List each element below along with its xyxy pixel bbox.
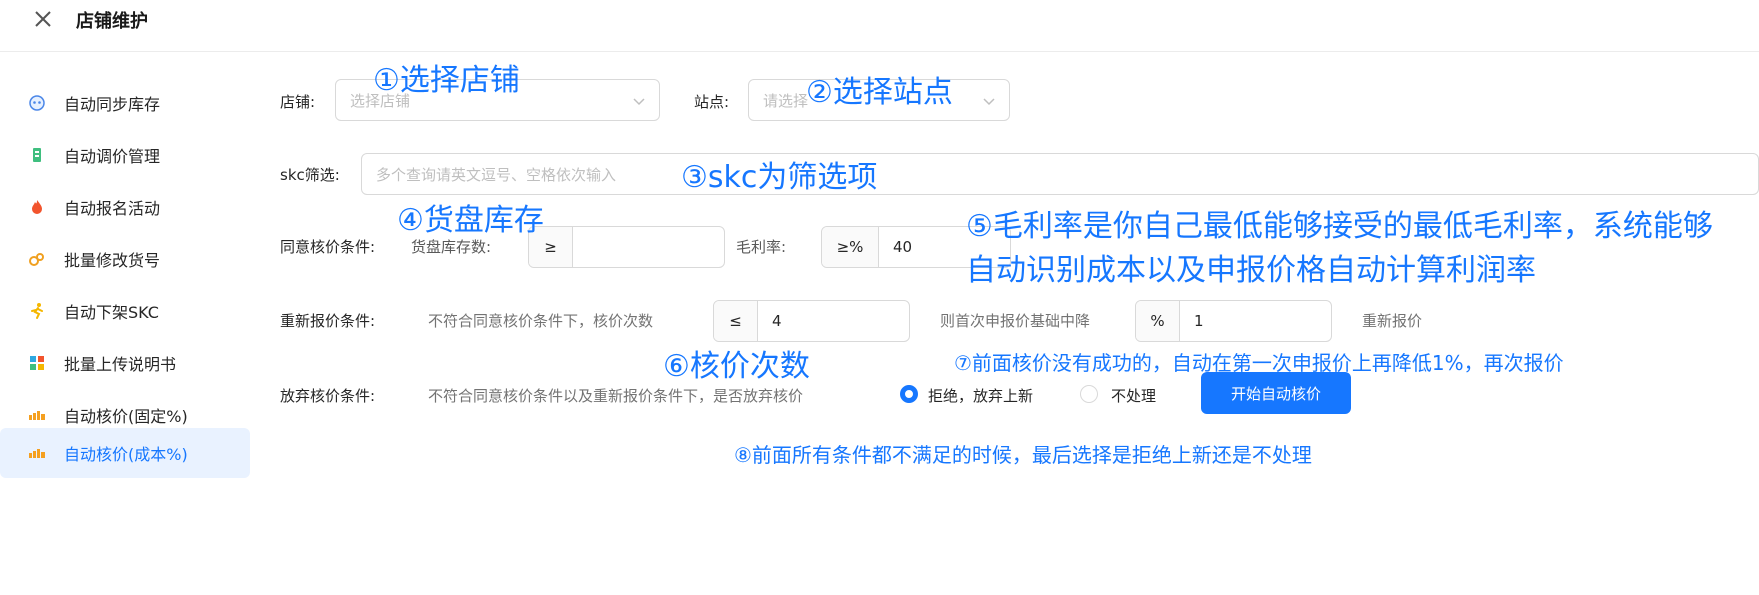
site-label: 站点: [694, 93, 730, 111]
stock-value [573, 227, 587, 267]
skc-filter-placeholder: 多个查询请英文逗号、空格依次输入 [376, 166, 617, 184]
sidebar-item-batch-edit-sku[interactable]: 批量修改货号 [0, 234, 250, 284]
sidebar-item-label: 自动下架SKC [64, 303, 159, 322]
stock-label: 货盘库存数: [411, 238, 492, 256]
sidebar-item-label: 批量修改货号 [64, 251, 161, 270]
start-auto-pricing-button[interactable]: 开始自动核价 [1201, 372, 1351, 414]
abandon-condition-label: 放弃核价条件: [280, 387, 376, 405]
header: 店铺维护 [0, 0, 1759, 52]
sidebar-item-label: 自动核价(固定%) [64, 407, 188, 426]
price-tag-icon [28, 146, 46, 164]
bars-icon [28, 406, 46, 424]
requote-suffix: 重新报价 [1362, 312, 1423, 330]
annotation-margin-line2: 自动识别成本以及申报价格自动计算利润率 [966, 253, 1536, 288]
skc-filter-input[interactable]: 多个查询请英文逗号、空格依次输入 [361, 153, 1759, 195]
robot-icon [28, 94, 46, 112]
skc-filter-label: skc筛选: [280, 166, 340, 184]
annotation-select-store: ①选择店铺 [373, 63, 520, 98]
annotation-price-count: ⑥核价次数 [663, 349, 810, 384]
stock-input[interactable]: ≥ [528, 226, 725, 268]
annotation-select-site: ②选择站点 [806, 75, 953, 110]
chevron-down-icon [633, 98, 645, 106]
sidebar-item-auto-pricing-cost[interactable]: 自动核价(成本%) [0, 428, 250, 478]
runner-icon [28, 302, 46, 320]
sidebar-item-label: 自动调价管理 [64, 147, 161, 166]
reject-radio-label[interactable]: 拒绝，放弃上新 [928, 385, 1033, 406]
reject-radio[interactable] [900, 385, 918, 403]
sidebar-item-auto-activity[interactable]: 自动报名活动 [0, 182, 250, 232]
annotation-requote-reduce: ⑦前面核价没有成功的，自动在第一次申报价上再降低1%，再次报价 [954, 351, 1564, 375]
count-value: 4 [772, 312, 782, 330]
sidebar-item-batch-upload-manual[interactable]: 批量上传说明书 [0, 338, 250, 388]
store-label: 店铺: [280, 93, 316, 111]
margin-operator: ≥% [822, 227, 879, 267]
count-operator: ≤ [714, 301, 758, 341]
sidebar-item-label: 自动核价(成本%) [64, 445, 188, 464]
sidebar-item-label: 自动同步库存 [64, 95, 161, 114]
margin-label: 毛利率: [736, 238, 787, 256]
annotation-margin-line1: ⑤毛利率是你自己最低能够接受的最低毛利率，系统能够 [966, 209, 1713, 244]
bars-icon [28, 444, 46, 462]
reduce-value: 1 [1194, 312, 1204, 330]
reduce-operator: % [1136, 301, 1180, 341]
requote-condition-label: 重新报价条件: [280, 312, 376, 330]
sidebar-item-label: 批量上传说明书 [64, 355, 177, 374]
page-title: 店铺维护 [76, 11, 148, 32]
price-count-input[interactable]: ≤ 4 [713, 300, 910, 342]
reduce-label: 则首次申报价基础中降 [940, 312, 1091, 330]
requote-description: 不符合同意核价条件下，核价次数 [428, 312, 654, 330]
reduce-percent-input[interactable]: % 1 [1135, 300, 1332, 342]
chevron-down-icon [983, 98, 995, 106]
site-placeholder: 请选择 [763, 92, 809, 110]
margin-value: 40 [893, 238, 913, 256]
sidebar-item-label: 自动报名活动 [64, 199, 161, 218]
sidebar-item-auto-delist-skc[interactable]: 自动下架SKC [0, 286, 250, 336]
ignore-radio[interactable] [1080, 385, 1098, 403]
close-icon[interactable] [30, 6, 56, 32]
abandon-description: 不符合同意核价条件以及重新报价条件下，是否放弃核价 [428, 387, 804, 405]
agree-condition-label: 同意核价条件: [280, 238, 376, 256]
flame-icon [28, 198, 46, 216]
sidebar-item-auto-price-manage[interactable]: 自动调价管理 [0, 130, 250, 180]
sidebar-item-auto-sync-stock[interactable]: 自动同步库存 [0, 78, 250, 128]
puzzle-icon [28, 354, 46, 372]
ignore-radio-label[interactable]: 不处理 [1111, 385, 1156, 406]
gears-icon [28, 250, 46, 268]
annotation-skc-filter: ③skc为筛选项 [681, 160, 878, 195]
annotation-stock: ④货盘库存 [397, 203, 544, 238]
annotation-abandon-choice: ⑧前面所有条件都不满足的时候，最后选择是拒绝上新还是不处理 [734, 443, 1312, 467]
